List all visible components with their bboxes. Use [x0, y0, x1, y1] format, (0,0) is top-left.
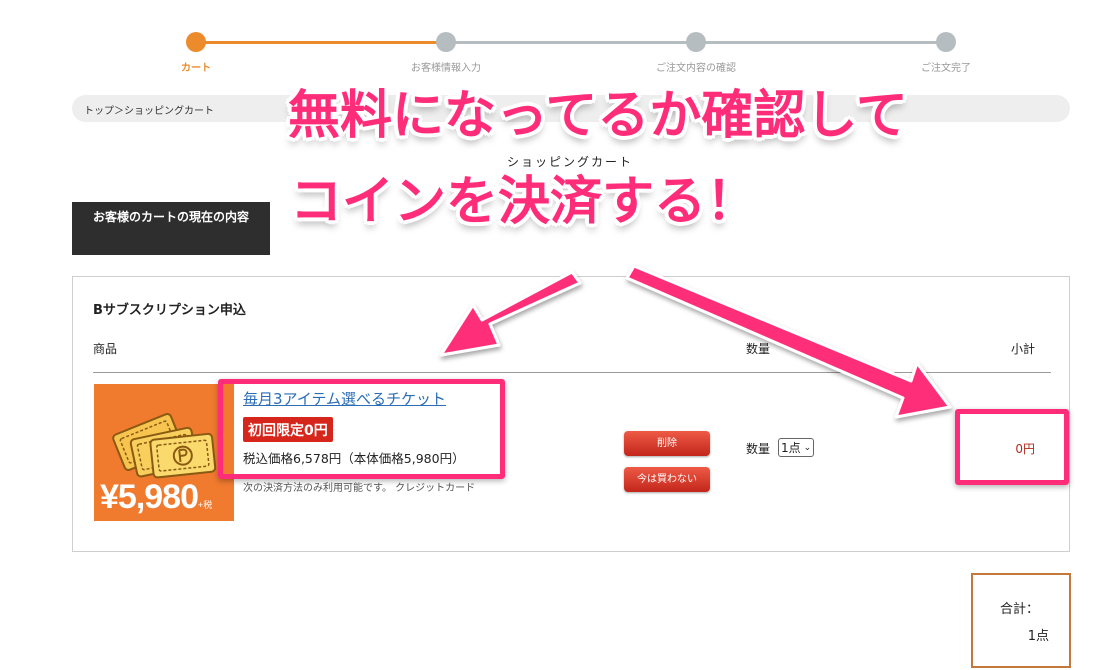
product-name-link[interactable]: 毎月3アイテム選べるチケット — [243, 388, 446, 409]
step-label-customer-info: お客様情報入力 — [411, 63, 481, 74]
column-header-subtotal: 小計 — [1010, 342, 1035, 356]
step-dot-confirm — [686, 32, 706, 52]
buy-later-button[interactable]: 今は買わない — [624, 467, 710, 492]
delete-button[interactable]: 削除 — [624, 431, 710, 456]
column-header-product: 商品 — [93, 342, 118, 356]
step-dot-cart — [186, 32, 206, 52]
header-divider — [93, 372, 1051, 373]
subtotal-value: 0円 — [1015, 442, 1035, 456]
image-price: ¥5,980+税 — [100, 478, 213, 516]
total-label: 合計： — [1000, 602, 1040, 617]
promo-badge: 初回限定0円 — [243, 417, 333, 442]
total-value: 1点 — [1027, 629, 1049, 644]
section-title: お客様のカートの現在の内容 — [72, 202, 270, 255]
step-dot-customer-info — [436, 32, 456, 52]
column-header-qty: 数量 — [746, 342, 771, 356]
progress-line-done — [196, 41, 446, 44]
page-title: ショッピングカート — [506, 155, 633, 169]
cart-table: Bサブスクリプション申込 商品 数量 小計 ¥5,980+税 毎月3アイテム選べ… — [72, 276, 1070, 552]
chevron-down-icon: ⌄ — [803, 442, 812, 453]
step-label-confirm: ご注文内容の確認 — [656, 63, 736, 74]
payment-note: 次の決済方法のみ利用可能です。 クレジットカード — [243, 483, 476, 494]
cart-group-title: Bサブスクリプション申込 — [93, 303, 246, 318]
annotation-text-line2: コインを決済する！ — [290, 172, 759, 232]
qty-select[interactable]: 1点 ⌄ — [778, 438, 815, 457]
step-dot-complete — [936, 32, 956, 52]
qty-label: 数量 — [746, 442, 771, 456]
step-label-complete: ご注文完了 — [921, 63, 971, 74]
checkout-progress: カート お客様情報入力 ご注文内容の確認 ご注文完了 — [0, 0, 1096, 80]
total-box: 合計： 1点 — [971, 573, 1071, 668]
product-image[interactable]: ¥5,980+税 — [94, 384, 234, 521]
price-line: 税込価格6,578円（本体価格5,980円） — [243, 451, 465, 466]
step-label-cart: カート — [181, 63, 211, 74]
qty-value: 1点 — [781, 441, 801, 455]
breadcrumb[interactable]: トップ＞ショッピングカート — [72, 95, 1070, 122]
